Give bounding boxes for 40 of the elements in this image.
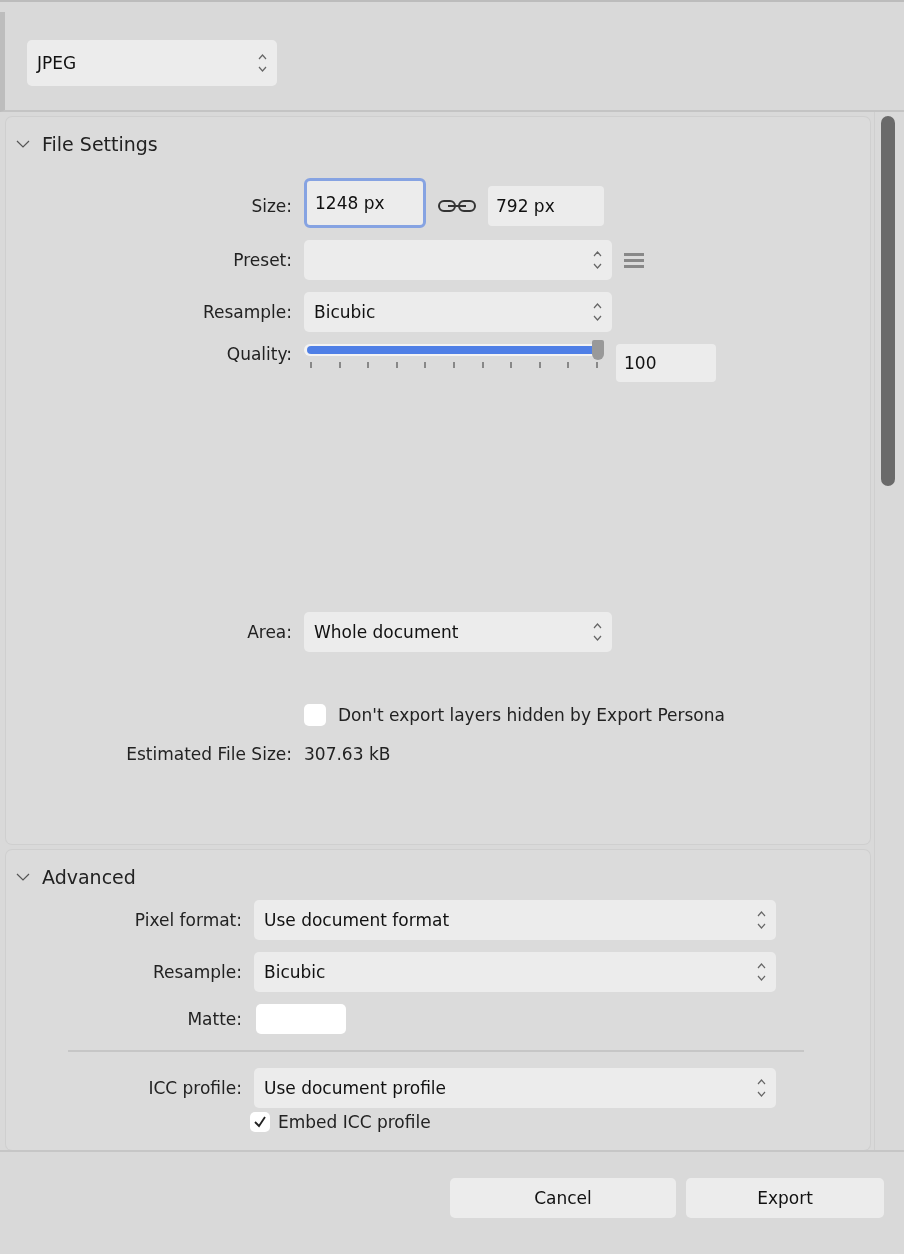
resample-label: Resample: (201, 302, 292, 322)
checkbox[interactable] (304, 704, 326, 726)
dialog-button[interactable]: Export (686, 1178, 884, 1218)
disclosure-chevron-icon[interactable] (16, 139, 30, 149)
stepper-icon (757, 962, 766, 982)
size-label: Size: (250, 195, 292, 216)
height-field[interactable]: 792 px (488, 185, 604, 226)
stepper-icon (757, 1078, 766, 1098)
checkbox[interactable] (250, 1112, 270, 1132)
checkbox-label: Don't export layers hidden by Export Persona (338, 705, 725, 725)
resample-select[interactable]: Bicubic (304, 292, 612, 332)
disclosure-chevron-icon[interactable] (16, 872, 30, 882)
estimated-size-label: Estimated File Size: (125, 744, 292, 764)
pixel-format-label: Pixel format: (133, 910, 242, 930)
dialog-button[interactable]: Cancel (450, 1178, 676, 1218)
resample-select[interactable]: Bicubic (254, 952, 776, 992)
quality-field[interactable]: 100 (616, 344, 716, 382)
section-title: Advanced (42, 866, 136, 888)
quality-label: Quality: (225, 344, 292, 364)
stepper-icon (593, 302, 602, 322)
chain-link-icon[interactable] (438, 198, 476, 213)
icc-profile-select[interactable]: Use document profile (254, 1068, 776, 1108)
section-title: File Settings (42, 133, 158, 155)
stepper-icon (593, 622, 602, 642)
checkbox-label: Embed ICC profile (278, 1112, 431, 1132)
area-label: Area: (246, 622, 292, 642)
menu-icon[interactable] (624, 251, 644, 269)
icc-profile-label: ICC profile: (147, 1078, 242, 1098)
format-select[interactable]: JPEG (27, 40, 277, 86)
matte-color-swatch[interactable] (256, 1004, 346, 1034)
stepper-icon (258, 53, 267, 73)
pixel-format-select[interactable]: Use document format (254, 900, 776, 940)
preset-label: Preset: (232, 250, 292, 270)
stepper-icon (757, 910, 766, 930)
resample-label: Resample: (151, 962, 242, 982)
width-field[interactable]: 1248 px (304, 178, 426, 228)
area-select[interactable]: Whole document (304, 612, 612, 652)
estimated-size-value: 307.63 kB (304, 744, 391, 764)
matte-label: Matte: (186, 1009, 242, 1029)
stepper-icon (593, 250, 602, 270)
